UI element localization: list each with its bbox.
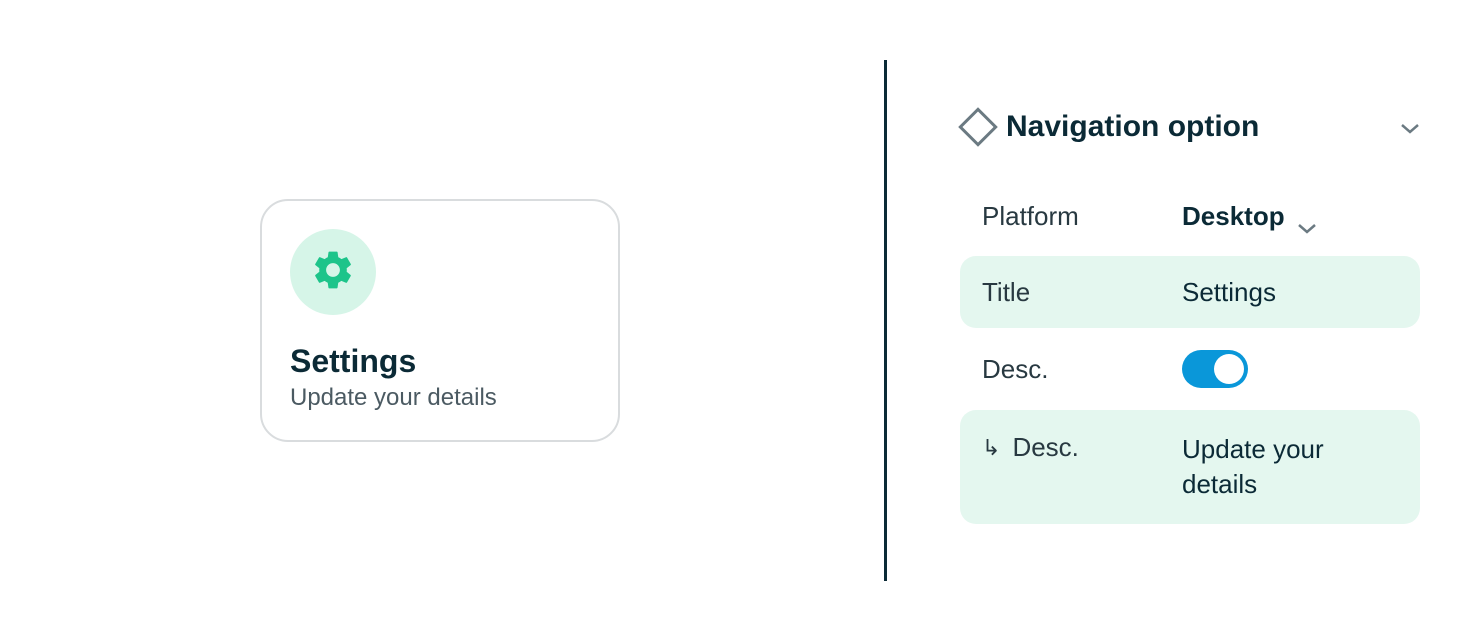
platform-label: Platform (982, 201, 1182, 232)
desc-value-text: Update your details (1182, 432, 1398, 502)
desc-toggle-label: Desc. (982, 354, 1182, 385)
desc-value-label-text: Desc. (1012, 432, 1078, 463)
panel-header[interactable]: Navigation option (960, 110, 1420, 144)
toggle-knob (1214, 354, 1244, 384)
desc-toggle[interactable] (1182, 350, 1248, 388)
sub-arrow-icon: ↳ (982, 435, 1000, 461)
vertical-divider (884, 60, 887, 581)
properties-panel: Navigation option Platform Desktop Title… (960, 110, 1420, 528)
chevron-down-icon (1297, 210, 1317, 222)
desc-value-input[interactable]: Update your details (1182, 432, 1398, 502)
chevron-down-icon (1400, 121, 1420, 133)
title-value: Settings (1182, 277, 1276, 308)
card-title: Settings (290, 343, 590, 380)
panel-title: Navigation option (1006, 110, 1386, 144)
card-icon-circle (290, 229, 376, 315)
title-input[interactable]: Settings (1182, 277, 1398, 308)
gear-icon (310, 247, 356, 298)
diamond-icon (958, 107, 998, 147)
platform-value: Desktop (1182, 201, 1285, 232)
desc-toggle-row: Desc. (960, 332, 1420, 406)
platform-dropdown[interactable]: Desktop (1182, 201, 1398, 232)
desc-value-label: ↳ Desc. (982, 432, 1182, 463)
title-label: Title (982, 277, 1182, 308)
card-description: Update your details (290, 384, 590, 412)
preview-area: Settings Update your details (0, 0, 880, 641)
navigation-card[interactable]: Settings Update your details (260, 199, 620, 442)
platform-row: Platform Desktop (960, 180, 1420, 252)
desc-value-row: ↳ Desc. Update your details (960, 410, 1420, 524)
title-row: Title Settings (960, 256, 1420, 328)
